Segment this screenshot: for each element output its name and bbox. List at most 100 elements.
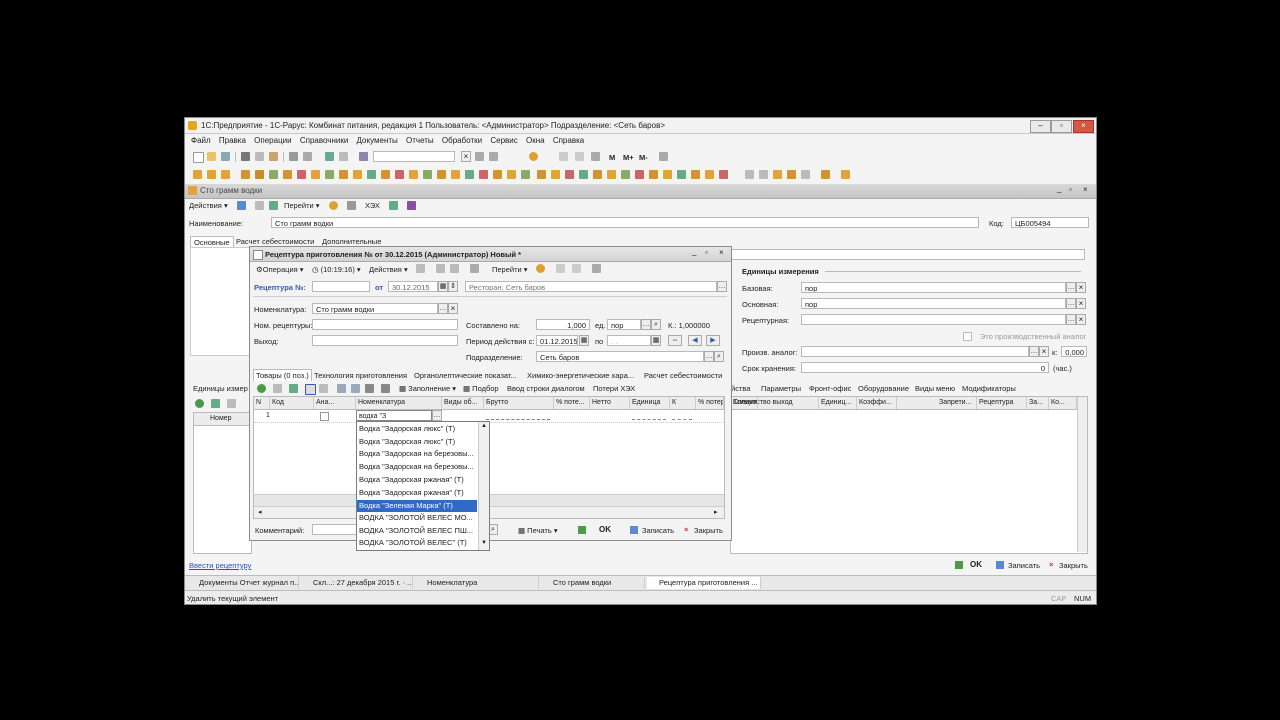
cut-icon[interactable] (241, 152, 250, 161)
menu-catalogs[interactable]: Справочники (300, 134, 348, 148)
catalog-icon-10[interactable] (325, 170, 334, 179)
tab-modifiers[interactable]: Модификаторы (962, 384, 1016, 393)
recipe-structure-icon[interactable] (470, 264, 479, 273)
goto-menu[interactable]: Перейти ▾ (284, 201, 320, 210)
item-form-close[interactable]: × (1083, 185, 1088, 194)
tab-front-office[interactable]: Фронт-офис (809, 384, 851, 393)
catalog-icon-28[interactable] (579, 170, 588, 179)
catalog-icon-33[interactable] (649, 170, 658, 179)
catalog-icon-29[interactable] (593, 170, 602, 179)
main-unit-select-button[interactable]: … (1066, 298, 1076, 309)
recipe-tool3-icon[interactable] (592, 264, 601, 273)
autocomplete-scrollbar[interactable]: ▲ ▼ (478, 422, 489, 550)
paste-icon[interactable] (269, 152, 278, 161)
catalog-icon-21[interactable] (479, 170, 488, 179)
goods-end-edit-icon[interactable] (319, 384, 328, 393)
actions-menu[interactable]: Действия ▾ (189, 201, 228, 210)
autocomplete-item-selected[interactable]: Водка "Зеленая Марка" (Т) (357, 500, 477, 512)
dept-field[interactable]: Сеть баров (536, 351, 704, 362)
item-form-minimize[interactable]: _ (1057, 184, 1061, 193)
catalog-icon-38[interactable] (719, 170, 728, 179)
catalog-icon-20[interactable] (465, 170, 474, 179)
copy-icon[interactable] (255, 152, 264, 161)
goods-row-nomen-select[interactable]: … (432, 410, 442, 421)
task-warehouse[interactable]: Скл...: 27 декабря 2015 г. · ... (301, 577, 413, 589)
catalog-icon-35[interactable] (677, 170, 686, 179)
structure-icon[interactable] (347, 201, 356, 210)
close-button[interactable]: × (1073, 120, 1094, 133)
catalog-icon-25[interactable] (537, 170, 546, 179)
catalog-icon-42[interactable] (787, 170, 796, 179)
minimize-button[interactable]: – (1030, 120, 1051, 133)
grid-header-spice[interactable]: Специя (731, 397, 759, 409)
settings-icon[interactable] (659, 152, 668, 161)
catalog-icon-2[interactable] (207, 170, 216, 179)
tab-properties[interactable]: йства (731, 384, 750, 393)
preview-icon[interactable] (303, 152, 312, 161)
recipe-tool2-icon[interactable] (572, 264, 581, 273)
catalog-icon-11[interactable] (339, 170, 348, 179)
goods-header-analog[interactable]: Ана... (314, 397, 356, 409)
memory-mminus-button[interactable]: M- (639, 153, 648, 162)
catalog-icon-24[interactable] (521, 170, 530, 179)
catalog-icon-1[interactable] (193, 170, 202, 179)
item-list-icon[interactable] (255, 201, 264, 210)
catalog-icon-40[interactable] (759, 170, 768, 179)
recipe-unit-field[interactable] (801, 314, 1066, 325)
dialog-save-button[interactable]: Записать (642, 526, 674, 535)
recipe-tool1-icon[interactable] (556, 264, 565, 273)
goods-sort-asc-icon[interactable] (365, 384, 374, 393)
autocomplete-item[interactable]: ВОДКА "ЗОЛОТОЙ ВЕЛЕС ПШ... (357, 525, 477, 537)
recipe-copy-icon[interactable] (450, 264, 459, 273)
pick-button[interactable]: ▦ Подбор (463, 384, 499, 393)
recipe-no-field[interactable] (312, 281, 370, 292)
autocomplete-item[interactable]: ВОДКА "ЗОЛОТОЙ ВЕЛЕС МО... (357, 512, 477, 524)
autocomplete-item[interactable]: Водка "Задорская люкс" (Т) (357, 436, 477, 448)
period-to-field[interactable]: . . (607, 335, 651, 346)
catalog-icon-16[interactable] (409, 170, 418, 179)
prod-analog-field[interactable] (801, 346, 1029, 357)
catalog-icon-5[interactable] (255, 170, 264, 179)
grid-header-unit[interactable]: Единиц... (819, 397, 857, 409)
shelf-field[interactable]: 0 (801, 362, 1049, 373)
tab-equipment[interactable]: Оборудование (858, 384, 909, 393)
goods-sort-desc-icon[interactable] (381, 384, 390, 393)
new-doc-icon[interactable] (193, 152, 204, 163)
goods-header-n[interactable]: N (254, 397, 270, 409)
analog-checkbox[interactable] (963, 332, 972, 341)
ok-button[interactable]: OK (970, 560, 982, 569)
add-row-icon[interactable] (195, 399, 204, 408)
recipe-close[interactable]: × (719, 248, 724, 257)
autocomplete-item[interactable]: Водка "Задорская ржаная" (Т) (357, 487, 477, 499)
catalog-icon-23[interactable] (507, 170, 516, 179)
recipe-tab-chemical[interactable]: Химико-энергетические хара... (527, 371, 634, 380)
goods-header-unit[interactable]: Единица (630, 397, 670, 409)
goods-header-netto[interactable]: Нетто (590, 397, 630, 409)
catalog-icon-41[interactable] (773, 170, 782, 179)
tab-units-left[interactable]: Единицы измер (193, 384, 248, 393)
item-save-icon[interactable] (237, 201, 246, 210)
recipe-unit-select-button[interactable]: … (1066, 314, 1076, 325)
scroll-up-icon[interactable]: ▲ (481, 423, 487, 429)
catalog-icon-30[interactable] (607, 170, 616, 179)
units-grid-header-number[interactable]: Номер (194, 413, 251, 425)
menu-help[interactable]: Справка (553, 134, 584, 148)
autocomplete-item[interactable]: Водка "Задорская люкс" (Т) (357, 423, 477, 435)
menu-reports[interactable]: Отчеты (406, 134, 434, 148)
menu-windows[interactable]: Окна (526, 134, 545, 148)
goods-add-icon[interactable] (257, 384, 266, 393)
redo-icon[interactable] (339, 152, 348, 161)
period-from-calendar-icon[interactable]: ▦ (579, 335, 589, 346)
recipe-tab-technology[interactable]: Технология приготовления (314, 371, 407, 380)
catalog-icon-34[interactable] (663, 170, 672, 179)
period-from-field[interactable]: 01.12.2015 (536, 335, 578, 346)
catalog-icon-32[interactable] (635, 170, 644, 179)
base-unit-clear-icon[interactable]: × (1076, 282, 1086, 293)
prod-analog-select-button[interactable]: … (1029, 346, 1039, 357)
print-button[interactable]: ▦ Печать ▾ (518, 526, 558, 535)
dept-search-icon[interactable]: ⌕ (714, 351, 724, 362)
save-icon[interactable] (221, 152, 230, 161)
recipe-tab-cost[interactable]: Расчет себестоимости (644, 371, 722, 380)
name-field[interactable]: Сто грамм водки (271, 217, 979, 228)
autocomplete-item[interactable]: ВОДКА "ЗОЛОТОЙ ВЕЛЕС" (Т) (357, 537, 477, 549)
